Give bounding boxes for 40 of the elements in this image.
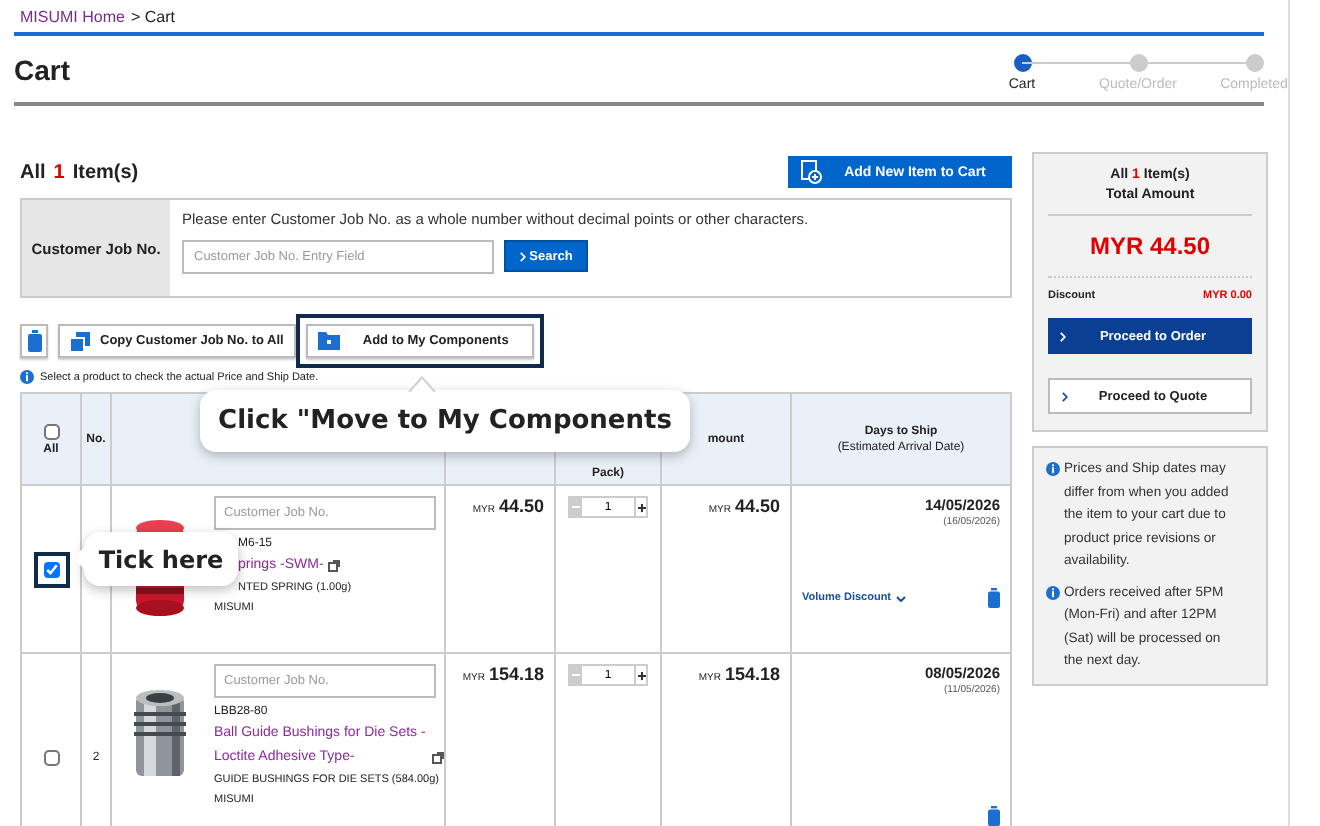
item-count: 1 xyxy=(53,161,65,183)
chevron-icon xyxy=(1060,331,1066,341)
external-link-icon xyxy=(327,560,340,572)
trash-icon xyxy=(27,330,41,352)
cart-add-icon xyxy=(800,160,822,184)
item-count-label: All xyxy=(20,161,46,183)
trash-icon xyxy=(988,806,1000,826)
increment-button[interactable] xyxy=(634,664,648,686)
unit-price: 154.18 xyxy=(488,664,544,684)
row-checkbox[interactable] xyxy=(43,561,59,577)
amount: 154.18 xyxy=(724,664,780,684)
total-amount: MYR 44.50 xyxy=(1048,216,1252,278)
plus-icon xyxy=(637,671,645,679)
external-link-icon xyxy=(432,752,444,764)
unit-price: 44.50 xyxy=(498,496,544,516)
chevron-icon xyxy=(519,251,526,261)
trash-icon xyxy=(988,588,1000,608)
info-icon xyxy=(20,370,34,384)
copy-icon xyxy=(70,331,90,351)
delete-button[interactable] xyxy=(988,588,1000,608)
callout-text: Click "Move to My Components xyxy=(218,406,672,436)
caret-icon xyxy=(895,595,906,601)
folder-icon xyxy=(317,332,340,350)
delete-button[interactable] xyxy=(988,806,1000,826)
plus-icon xyxy=(637,503,645,511)
minus-icon xyxy=(571,506,579,508)
breadcrumb-current: > Cart xyxy=(130,8,175,28)
select-all-checkbox[interactable] xyxy=(43,423,59,439)
minus-icon xyxy=(571,674,579,676)
page-title: Cart xyxy=(14,53,71,85)
amount: 44.50 xyxy=(734,496,780,516)
info-icon xyxy=(1046,585,1060,599)
increment-button[interactable] xyxy=(634,496,648,518)
info-icon xyxy=(1046,462,1060,476)
breadcrumb-link[interactable]: MISUMI Home xyxy=(20,8,125,28)
item-count-label: Item(s) xyxy=(72,161,139,183)
callout-text: Tick here xyxy=(98,545,224,573)
row-checkbox[interactable] xyxy=(43,749,59,765)
delete-button[interactable] xyxy=(20,324,48,358)
chevron-icon xyxy=(1062,391,1068,401)
